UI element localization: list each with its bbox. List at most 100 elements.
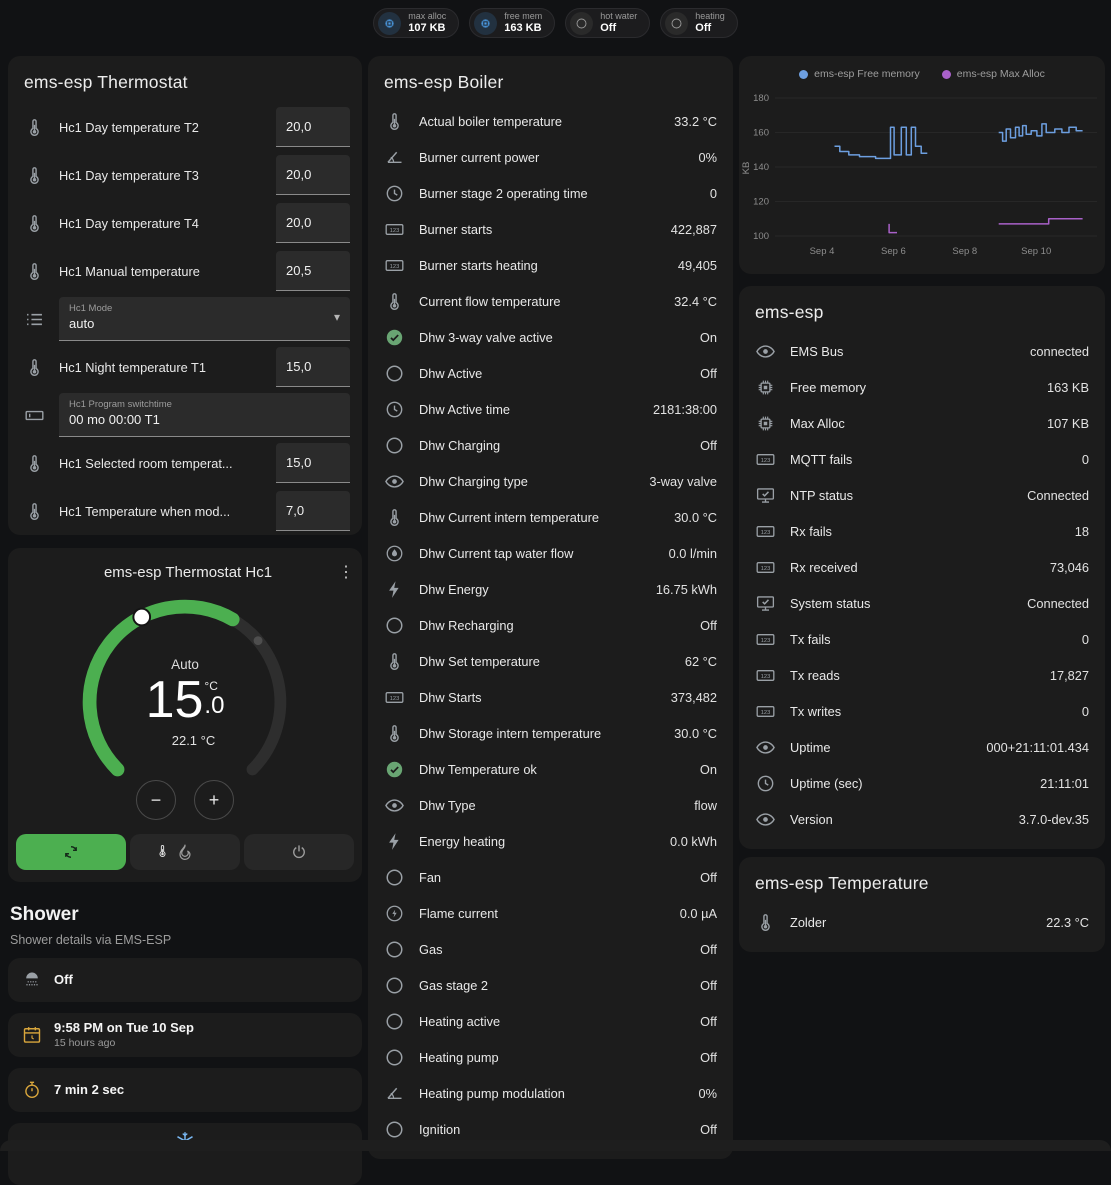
temp-increase-button[interactable]: + (194, 780, 234, 820)
entity-row[interactable]: Heating pump Off (368, 1039, 733, 1075)
entity-value: Connected (1027, 488, 1089, 503)
entity-value: 17,827 (1050, 668, 1089, 683)
legend-label: ems-esp Free memory (814, 68, 920, 80)
hvac-mode-heat-button[interactable] (130, 834, 240, 870)
entity-row[interactable]: Heating pump modulation 0% (368, 1075, 733, 1111)
entity-row[interactable]: Dhw Energy 16.75 kWh (368, 571, 733, 607)
entity-row[interactable]: Dhw Storage intern temperature 30.0 °C (368, 715, 733, 751)
entity-row[interactable]: Dhw Charging Off (368, 427, 733, 463)
entity-value: 0% (699, 150, 718, 165)
entity-row[interactable]: Max Alloc 107 KB (739, 405, 1105, 441)
entity-value: Off (700, 1014, 717, 1029)
entity-row[interactable]: 123 MQTT fails 0 (739, 441, 1105, 477)
entity-row[interactable]: Dhw Temperature ok On (368, 751, 733, 787)
mode-select[interactable]: Hc1 Mode auto (59, 297, 350, 341)
shower-card[interactable]: 7 min 2 sec (8, 1068, 362, 1112)
shower-section-subtitle: Shower details via EMS-ESP (10, 933, 360, 947)
entity-row[interactable]: 123 Burner starts 422,887 (368, 211, 733, 247)
hvac-mode-off-button[interactable] (244, 834, 354, 870)
number-input[interactable]: 7,0 (276, 491, 350, 531)
svg-text:123: 123 (390, 227, 399, 233)
counter-icon: 123 (755, 521, 776, 542)
temp-decrease-button[interactable]: − (136, 780, 176, 820)
entity-row[interactable]: Zolder 22.3 °C (739, 904, 1105, 940)
shower-card-value: Off (54, 972, 73, 988)
entity-row[interactable]: Dhw Type flow (368, 787, 733, 823)
entity-value: 16.75 kWh (656, 582, 717, 597)
entity-row[interactable]: Burner stage 2 operating time 0 (368, 175, 733, 211)
entity-row[interactable]: Burner current power 0% (368, 139, 733, 175)
number-input[interactable]: 15,0 (276, 443, 350, 483)
number-input[interactable]: 20,5 (276, 251, 350, 291)
badge-free-mem[interactable]: free mem 163 KB (469, 8, 555, 38)
entity-row[interactable]: Fan Off (368, 859, 733, 895)
frost-card[interactable] (8, 1123, 362, 1185)
entity-label: Free memory (790, 380, 1033, 395)
sync-icon (62, 843, 80, 861)
svg-text:123: 123 (761, 709, 770, 715)
hvac-mode-auto-button[interactable] (16, 834, 126, 870)
dial-handle[interactable] (133, 609, 150, 626)
entity-value: 32.4 °C (674, 294, 717, 309)
legend-item-ems-esp-max-alloc[interactable]: ems-esp Max Alloc (942, 68, 1045, 80)
entity-row[interactable]: Dhw Recharging Off (368, 607, 733, 643)
badge-heating[interactable]: heating Off (660, 8, 738, 38)
text-input[interactable]: Hc1 Program switchtime 00 mo 00:00 T1 (59, 393, 350, 437)
entity-row[interactable]: 123 Dhw Starts 373,482 (368, 679, 733, 715)
shower-card[interactable]: Off (8, 958, 362, 1002)
entity-row[interactable]: Free memory 163 KB (739, 369, 1105, 405)
legend-item-ems-esp-free-memory[interactable]: ems-esp Free memory (799, 68, 920, 80)
entity-label: Hc1 Night temperature T1 (59, 360, 262, 375)
entity-row[interactable]: Current flow temperature 32.4 °C (368, 283, 733, 319)
entity-row[interactable]: 123 Burner starts heating 49,405 (368, 247, 733, 283)
shower-card[interactable]: 9:58 PM on Tue 10 Sep 15 hours ago (8, 1013, 362, 1057)
entity-row[interactable]: Dhw Charging type 3-way valve (368, 463, 733, 499)
entity-row[interactable]: 123 Tx writes 0 (739, 693, 1105, 729)
entity-label: Ignition (419, 1122, 686, 1137)
counter-icon: 123 (755, 557, 776, 578)
badge-hot-water[interactable]: hot water Off (565, 8, 650, 38)
entity-value: Off (700, 1122, 717, 1137)
entity-row[interactable]: 123 Tx fails 0 (739, 621, 1105, 657)
entity-label: Zolder (790, 915, 1032, 930)
entity-value: 62 °C (685, 654, 717, 669)
eye-icon (384, 795, 405, 816)
entity-value: 0 (1082, 452, 1089, 467)
number-input[interactable]: 20,0 (276, 107, 350, 147)
entity-row[interactable]: Dhw Current intern temperature 30.0 °C (368, 499, 733, 535)
entity-row[interactable]: Version 3.7.0-dev.35 (739, 801, 1105, 837)
entity-label: Heating active (419, 1014, 686, 1029)
entity-row[interactable]: Actual boiler temperature 33.2 °C (368, 103, 733, 139)
dots-vertical-icon[interactable] (338, 562, 352, 582)
entity-row[interactable]: 123 Rx fails 18 (739, 513, 1105, 549)
entity-row[interactable]: NTP status Connected (739, 477, 1105, 513)
badge-label: max alloc (408, 12, 446, 22)
entity-value: 0.0 µA (680, 906, 717, 921)
memory-icon (383, 17, 396, 30)
entity-row[interactable]: Uptime (sec) 21:11:01 (739, 765, 1105, 801)
entity-row[interactable]: Dhw Active Off (368, 355, 733, 391)
entity-row[interactable]: Energy heating 0.0 kWh (368, 823, 733, 859)
badge-max-alloc[interactable]: max alloc 107 KB (373, 8, 459, 38)
svg-text:Sep 10: Sep 10 (1021, 246, 1051, 257)
number-input[interactable]: 20,0 (276, 203, 350, 243)
entity-row[interactable]: Flame current 0.0 µA (368, 895, 733, 931)
entity-row[interactable]: Gas Off (368, 931, 733, 967)
entity-row[interactable]: 123 Rx received 73,046 (739, 549, 1105, 585)
legend-dot (799, 70, 808, 79)
number-input[interactable]: 20,0 (276, 155, 350, 195)
entity-row[interactable]: Uptime 000+21:11:01.434 (739, 729, 1105, 765)
thermostat-row: Hc1 Selected room temperat... 15,0 (8, 439, 362, 487)
entity-row[interactable]: Gas stage 2 Off (368, 967, 733, 1003)
entity-row[interactable]: Dhw Active time 2181:38:00 (368, 391, 733, 427)
entity-row[interactable]: 123 Tx reads 17,827 (739, 657, 1105, 693)
entity-value: 3.7.0-dev.35 (1019, 812, 1089, 827)
entity-row[interactable]: System status Connected (739, 585, 1105, 621)
entity-row[interactable]: Dhw Set temperature 62 °C (368, 643, 733, 679)
entity-row[interactable]: Heating active Off (368, 1003, 733, 1039)
entity-row[interactable]: EMS Bus connected (739, 333, 1105, 369)
entity-row[interactable]: Dhw Current tap water flow 0.0 l/min (368, 535, 733, 571)
card-title: ems-esp (739, 286, 1105, 333)
number-input[interactable]: 15,0 (276, 347, 350, 387)
entity-row[interactable]: Dhw 3-way valve active On (368, 319, 733, 355)
